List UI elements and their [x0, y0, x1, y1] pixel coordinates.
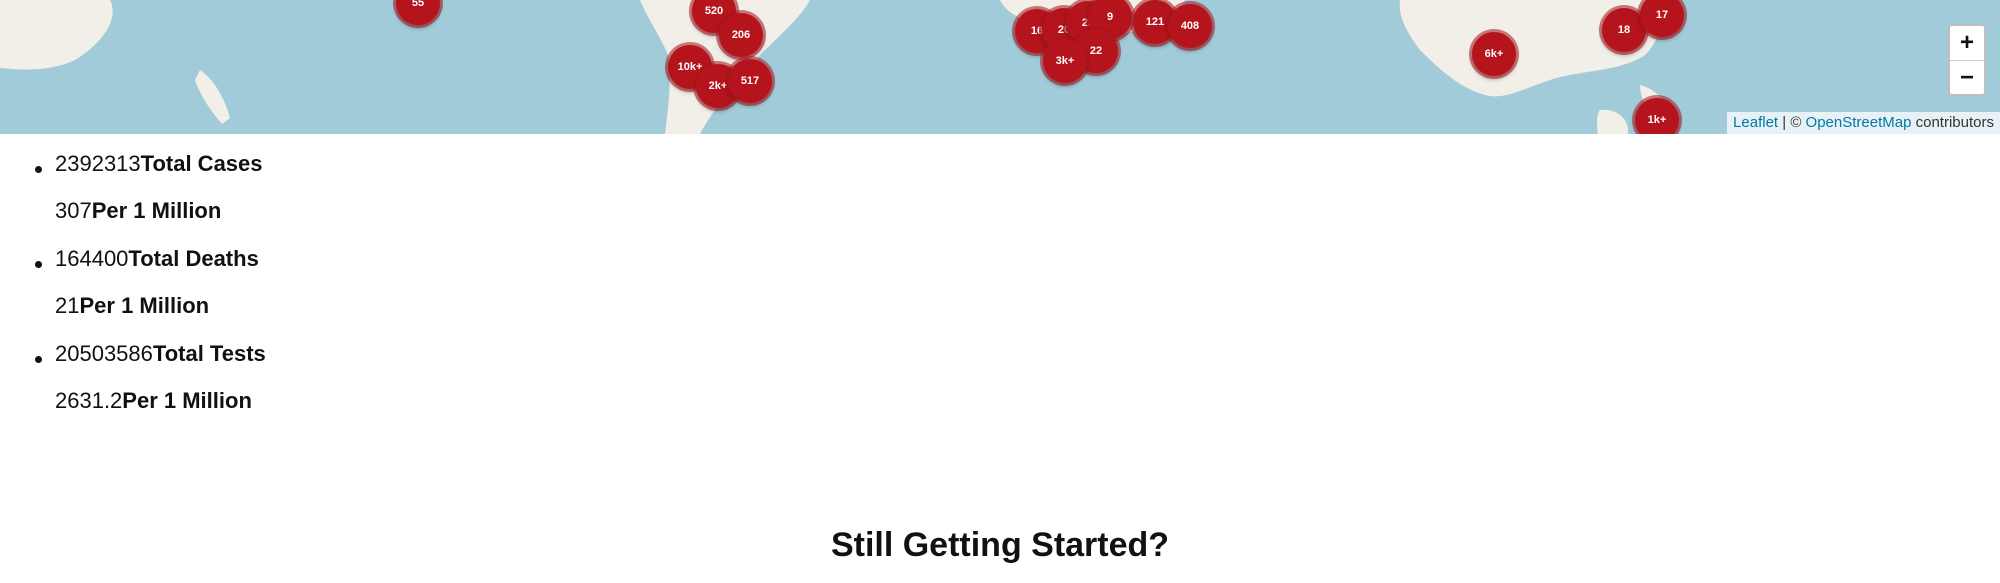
openstreetmap-link[interactable]: OpenStreetMap [1806, 114, 1912, 131]
attribution-suffix: contributors [1911, 114, 1994, 131]
map-attribution: Leaflet | © OpenStreetMap contributors [1727, 112, 2000, 134]
map-land [0, 0, 1669, 134]
stat-per-million-label: Per 1 Million [79, 293, 210, 318]
stat-per-million-label: Per 1 Million [122, 388, 252, 413]
stat-per-million-value: 21 [55, 293, 80, 318]
stat-value: 164400 [55, 246, 129, 271]
cluster-marker[interactable]: 6k+ [1472, 32, 1516, 76]
stat-per-million-value: 2631.2 [55, 388, 123, 413]
stat-item-tests: 20503586Total Tests 2631.2Per 1 Million [35, 340, 266, 415]
stats-list: 2392313Total Cases 307Per 1 Million 1644… [35, 150, 266, 435]
zoom-in-button[interactable]: + [1950, 26, 1984, 60]
stat-label: Total Deaths [128, 246, 259, 271]
stat-value: 20503586 [55, 341, 153, 366]
attribution-separator: | © [1778, 114, 1806, 131]
stat-per-million-label: Per 1 Million [91, 198, 222, 223]
stat-item-cases: 2392313Total Cases 307Per 1 Million [35, 150, 266, 225]
zoom-out-button[interactable]: − [1950, 60, 1984, 94]
cluster-marker[interactable]: 1k+ [1635, 98, 1679, 134]
zoom-control: + − [1948, 24, 1986, 96]
stat-label: Total Tests [152, 341, 266, 366]
cluster-marker[interactable]: 408 [1168, 4, 1212, 48]
stat-label: Total Cases [140, 151, 263, 176]
cluster-marker[interactable]: 206 [719, 13, 763, 57]
stat-value: 2392313 [55, 151, 141, 176]
world-map[interactable]: 5552020610k+2k+5171620259223k+1214086k+1… [0, 0, 2000, 134]
stat-item-deaths: 164400Total Deaths 21Per 1 Million [35, 245, 266, 320]
cluster-marker[interactable]: 3k+ [1043, 39, 1087, 83]
stat-per-million-value: 307 [55, 198, 92, 223]
cluster-marker[interactable]: 517 [728, 59, 772, 103]
section-heading: Still Getting Started? [830, 526, 1170, 564]
leaflet-link[interactable]: Leaflet [1733, 114, 1778, 131]
